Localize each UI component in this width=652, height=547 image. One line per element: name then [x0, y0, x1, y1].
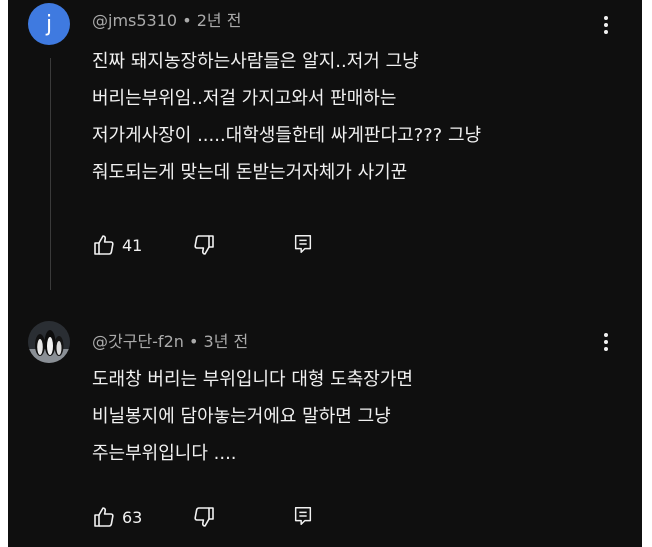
thumbs-up-icon [94, 507, 114, 527]
comment-line: 진짜 돼지농장하는사람들은 알지..저거 그냥 [92, 51, 419, 72]
author-name[interactable]: @갓구단-f2n [92, 332, 184, 351]
thumbs-down-icon [194, 235, 214, 255]
comment-text: 도래창 버리는 부위입니다 대형 도축장가면 비닐봉지에 담아놓는거에요 말하면… [92, 361, 602, 472]
separator-dot: • [182, 11, 192, 30]
comments-panel: j @jms5310 • 2년 전 진짜 돼지농장하는사람들은 알지..저거 그… [8, 0, 642, 547]
comment-header: @jms5310 • 2년 전 [92, 7, 241, 31]
like-count: 63 [122, 507, 143, 527]
comment-text: 진짜 돼지농장하는사람들은 알지..저거 그냥 버리는부위임..저걸 가지고와서… [92, 43, 602, 191]
avatar-letter: j [45, 11, 53, 37]
like-button[interactable]: 63 [92, 505, 142, 529]
like-button[interactable]: 41 [92, 233, 142, 257]
reply-button[interactable] [292, 505, 314, 527]
thread-line [50, 58, 51, 290]
separator-dot: • [188, 332, 199, 351]
comment-header: @갓구단-f2n • 3년 전 [92, 328, 248, 352]
more-options-icon[interactable] [600, 329, 612, 355]
comment-line: 버리는부위임..저걸 가지고와서 판매하는 [92, 88, 397, 109]
author-name[interactable]: @jms5310 [92, 11, 177, 30]
avatar[interactable]: j [28, 3, 70, 45]
reply-button[interactable] [292, 233, 314, 255]
dislike-button[interactable] [192, 505, 216, 529]
comment-line: 주는부위입니다 .... [92, 443, 237, 464]
comment-line: 저가게사장이 .....대학생들한테 싸게판다고??? 그냥 [92, 125, 482, 146]
avatar-penguins-icon[interactable] [28, 321, 70, 363]
like-count: 41 [122, 235, 143, 255]
comment-time[interactable]: 2년 전 [197, 11, 242, 30]
reply-icon [294, 235, 312, 253]
comment-line: 비닐봉지에 담아놓는거에요 말하면 그냥 [92, 406, 391, 427]
dislike-button[interactable] [192, 233, 216, 257]
comment-line: 줘도되는게 맞는데 돈받는거자체가 사기꾼 [92, 162, 408, 183]
comment-time[interactable]: 3년 전 [204, 332, 249, 351]
thumbs-down-icon [194, 507, 214, 527]
more-options-icon[interactable] [600, 12, 612, 38]
comment-line: 도래창 버리는 부위입니다 대형 도축장가면 [92, 369, 413, 390]
comment-thread: @갓구단-f2n • 3년 전 도래창 버리는 부위입니다 대형 도축장가면 비… [8, 306, 642, 547]
comment-thread: j @jms5310 • 2년 전 진짜 돼지농장하는사람들은 알지..저거 그… [8, 0, 642, 290]
reply-icon [294, 507, 312, 525]
thumbs-up-icon [94, 235, 114, 255]
